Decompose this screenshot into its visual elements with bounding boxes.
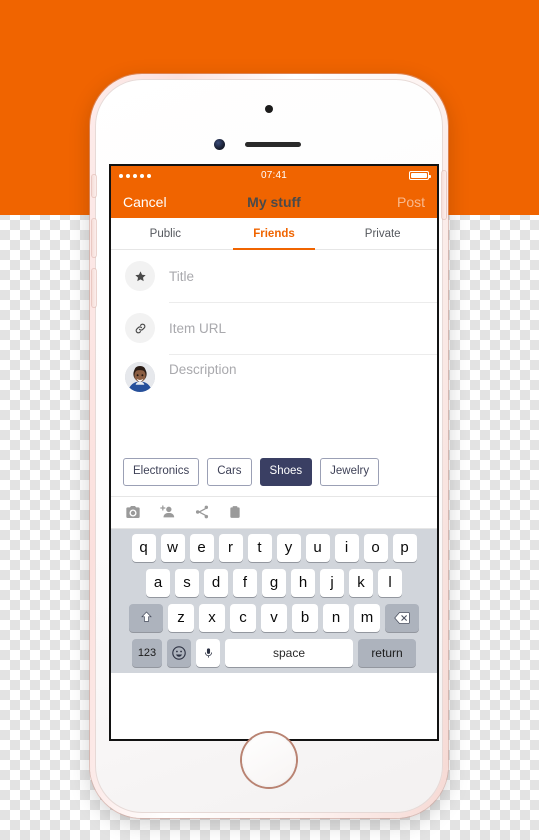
attachment-action-bar [111,496,437,529]
phone-screen: 07:41 Cancel My stuff Post Public Friend… [111,166,437,739]
smiley-icon[interactable] [167,638,191,667]
page-title: My stuff [247,193,301,210]
key-b[interactable]: b [292,603,318,632]
description-input[interactable]: Description [169,362,237,377]
title-field-row[interactable]: Title [111,250,437,302]
key-k[interactable]: k [349,568,373,597]
camera-icon[interactable] [125,504,141,520]
tab-public[interactable]: Public [111,218,220,249]
key-t[interactable]: t [247,533,272,562]
keyboard-row-2: a s d f g h j k l [114,568,434,597]
shift-up-icon[interactable] [129,603,163,632]
power-button[interactable] [442,171,446,219]
key-m[interactable]: m [354,603,380,632]
on-screen-keyboard: q w e r t y u i o p a s d f g h j k l z … [111,528,437,673]
battery-full-icon [409,171,431,180]
key-z[interactable]: z [168,603,194,632]
return-key[interactable]: return [358,638,416,667]
key-w[interactable]: w [160,533,185,562]
navigation-bar: Cancel My stuff Post [111,185,437,218]
key-f[interactable]: f [233,568,257,597]
key-y[interactable]: y [276,533,301,562]
key-c[interactable]: c [230,603,256,632]
keyboard-row-1: q w e r t y u i o p [114,533,434,562]
backspace-icon[interactable] [385,603,419,632]
description-field-row[interactable]: Description [111,354,437,400]
item-url-field-row[interactable]: Item URL [111,302,437,354]
key-d[interactable]: d [204,568,228,597]
key-q[interactable]: q [131,533,156,562]
key-n[interactable]: n [323,603,349,632]
key-e[interactable]: e [189,533,214,562]
volume-up-button[interactable] [92,219,96,257]
status-bar-clock: 07:41 [260,170,288,181]
proximity-sensor-icon [214,139,225,150]
key-l[interactable]: l [378,568,402,597]
clipboard-icon[interactable] [228,504,242,520]
keyboard-row-4: 123 space return [114,638,434,667]
key-v[interactable]: v [261,603,287,632]
person-add-icon[interactable] [159,504,176,520]
keyboard-row-3: z x c v b n m [114,603,434,632]
space-key[interactable]: space [225,638,353,667]
numeric-keyboard-button[interactable]: 123 [132,638,162,667]
share-icon[interactable] [194,504,210,520]
iphone-device-frame: 07:41 Cancel My stuff Post Public Friend… [90,74,448,818]
earpiece-speaker [245,142,301,147]
link-icon [125,313,155,343]
item-url-input[interactable]: Item URL [169,321,226,336]
key-r[interactable]: r [218,533,243,562]
visibility-tab-bar: Public Friends Private [111,218,437,250]
description-body-area[interactable] [111,400,437,450]
chip-electronics[interactable]: Electronics [123,458,200,486]
item-form: Title Item URL Description [111,250,437,450]
star-icon [125,261,155,291]
silent-switch[interactable] [92,175,96,197]
key-a[interactable]: a [146,568,170,597]
key-o[interactable]: o [363,533,388,562]
home-button[interactable] [242,733,296,787]
chip-jewelry[interactable]: Jewelry [320,458,380,486]
chip-cars[interactable]: Cars [207,458,252,486]
key-h[interactable]: h [291,568,315,597]
volume-down-button[interactable] [92,269,96,307]
chip-shoes[interactable]: Shoes [259,458,313,486]
key-g[interactable]: g [262,568,286,597]
microphone-icon[interactable] [196,638,220,667]
key-x[interactable]: x [199,603,225,632]
front-camera-icon [265,105,273,113]
key-s[interactable]: s [175,568,199,597]
avatar [125,362,155,392]
device-front-panel: 07:41 Cancel My stuff Post Public Friend… [92,79,446,813]
status-bar: 07:41 [111,166,437,185]
tab-friends[interactable]: Friends [220,218,329,250]
post-button[interactable]: Post [397,194,425,210]
key-i[interactable]: i [334,533,359,562]
title-input[interactable]: Title [169,269,194,284]
key-j[interactable]: j [320,568,344,597]
key-p[interactable]: p [392,533,417,562]
key-u[interactable]: u [305,533,330,562]
category-chip-row: Electronics Cars Shoes Jewelry [111,450,437,497]
tab-private[interactable]: Private [328,218,437,249]
